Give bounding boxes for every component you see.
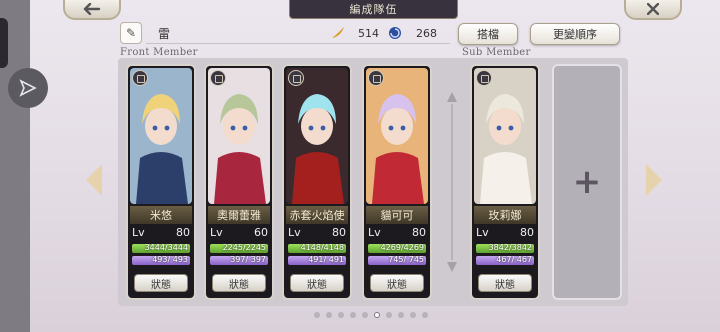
hp-bar: 3444/3444 — [132, 244, 190, 253]
hp-value: 3842/3842 — [488, 244, 532, 252]
member-card[interactable]: 貓可可 Lv 80 4269/4269 745/ 745 狀態 — [362, 64, 432, 300]
front-member-label: Front Member — [120, 47, 198, 58]
page-dot[interactable] — [338, 312, 344, 318]
swap-scroll-indicator — [446, 92, 458, 272]
up-arrow-icon — [447, 92, 457, 102]
swirl-count: 268 — [416, 27, 437, 40]
status-button[interactable]: 狀態 — [290, 274, 344, 292]
left-edge-strip — [0, 0, 30, 332]
page-title: 編成隊伍 — [289, 0, 458, 19]
edit-name-button[interactable]: ✎ — [120, 22, 142, 44]
character-name: 米悠 — [130, 206, 192, 224]
level-row: Lv 80 — [288, 226, 346, 240]
level-label: Lv — [288, 226, 301, 239]
back-button[interactable] — [63, 0, 121, 20]
member-card[interactable]: 玫莉娜 Lv 80 3842/3842 467/ 467 狀態 — [470, 64, 540, 300]
character-portrait — [366, 68, 428, 204]
share-icon[interactable] — [8, 68, 48, 108]
level-value: 60 — [254, 226, 268, 239]
hp-bar: 2245/2245 — [210, 244, 268, 253]
feather-icon — [332, 27, 344, 38]
level-row: Lv 80 — [476, 226, 534, 240]
name-underline — [146, 43, 450, 44]
level-label: Lv — [132, 226, 145, 239]
hp-bar: 4148/4148 — [288, 244, 346, 253]
hp-value: 2245/2245 — [222, 244, 266, 252]
mp-bar: 745/ 745 — [368, 256, 426, 265]
prev-page-arrow[interactable] — [86, 164, 102, 196]
member-card[interactable]: 赤套火焰使 Lv 80 4148/4148 491/ 491 狀態 — [282, 64, 352, 300]
level-label: Lv — [210, 226, 223, 239]
class-icon — [288, 70, 304, 86]
hp-value: 4148/4148 — [300, 244, 344, 252]
add-member-slot[interactable]: + — [552, 64, 622, 300]
page-dot[interactable] — [362, 312, 368, 318]
page-indicator — [314, 312, 428, 320]
mp-value: 493/ 493 — [152, 256, 188, 264]
mp-bar: 467/ 467 — [476, 256, 534, 265]
level-label: Lv — [476, 226, 489, 239]
status-button[interactable]: 狀態 — [478, 274, 532, 292]
class-icon — [210, 70, 226, 86]
close-x-icon — [647, 3, 659, 15]
reorder-button[interactable]: 更變順序 — [530, 23, 620, 45]
next-page-arrow[interactable] — [646, 164, 662, 196]
mp-value: 491/ 491 — [308, 256, 344, 264]
sub-member-label: Sub Member — [462, 47, 531, 58]
level-label: Lv — [368, 226, 381, 239]
page-dot[interactable] — [350, 312, 356, 318]
level-row: Lv 60 — [210, 226, 268, 240]
status-button[interactable]: 狀態 — [370, 274, 424, 292]
mp-bar: 491/ 491 — [288, 256, 346, 265]
hp-bar: 3842/3842 — [476, 244, 534, 253]
character-name: 玫莉娜 — [474, 206, 536, 224]
feather-count: 514 — [358, 27, 379, 40]
mp-bar: 493/ 493 — [132, 256, 190, 265]
class-icon — [368, 70, 384, 86]
plus-icon: + — [572, 162, 602, 202]
page-dot[interactable] — [398, 312, 404, 318]
character-portrait — [130, 68, 192, 204]
level-value: 80 — [412, 226, 426, 239]
page-dot[interactable] — [410, 312, 416, 318]
character-name: 赤套火焰使 — [286, 206, 348, 224]
mp-value: 745/ 745 — [388, 256, 424, 264]
character-name: 貓可可 — [366, 206, 428, 224]
mp-value: 397/ 397 — [230, 256, 266, 264]
edge-tab — [0, 18, 8, 68]
page-dot[interactable] — [386, 312, 392, 318]
level-row: Lv 80 — [368, 226, 426, 240]
partner-button[interactable]: 搭檔 — [458, 23, 518, 45]
character-portrait — [208, 68, 270, 204]
member-card[interactable]: 米悠 Lv 80 3444/3444 493/ 493 狀態 — [126, 64, 196, 300]
down-arrow-icon — [447, 262, 457, 272]
mp-bar: 397/ 397 — [210, 256, 268, 265]
page-dot[interactable] — [326, 312, 332, 318]
hp-value: 3444/3444 — [144, 244, 188, 252]
page-dot[interactable] — [314, 312, 320, 318]
character-portrait — [474, 68, 536, 204]
page-dot[interactable] — [374, 312, 380, 318]
class-icon — [132, 70, 148, 86]
hp-value: 4269/4269 — [380, 244, 424, 252]
level-value: 80 — [176, 226, 190, 239]
team-name: 雷 — [158, 27, 171, 41]
character-portrait — [286, 68, 348, 204]
status-button[interactable]: 狀態 — [212, 274, 266, 292]
level-value: 80 — [332, 226, 346, 239]
close-button[interactable] — [624, 0, 682, 20]
page-dot[interactable] — [422, 312, 428, 318]
hp-bar: 4269/4269 — [368, 244, 426, 253]
level-row: Lv 80 — [132, 226, 190, 240]
level-value: 80 — [520, 226, 534, 239]
status-button[interactable]: 狀態 — [134, 274, 188, 292]
member-card[interactable]: 奧爾蕾雅 Lv 60 2245/2245 397/ 397 狀態 — [204, 64, 274, 300]
swirl-icon — [389, 27, 401, 39]
class-icon — [476, 70, 492, 86]
pencil-icon: ✎ — [125, 26, 137, 40]
mp-value: 467/ 467 — [496, 256, 532, 264]
character-name: 奧爾蕾雅 — [208, 206, 270, 224]
arrow-left-icon — [83, 3, 101, 15]
